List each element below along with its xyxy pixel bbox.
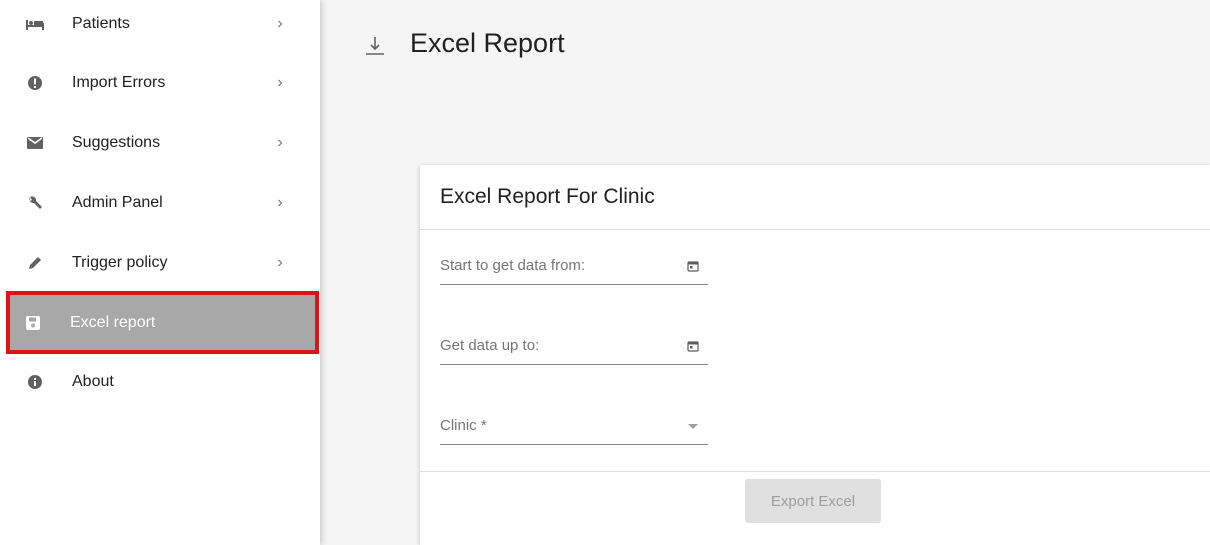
sidebar-item-admin-panel[interactable]: Admin Panel › — [8, 173, 318, 233]
sidebar-item-patients[interactable]: Patients › — [8, 0, 318, 54]
calendar-icon[interactable] — [684, 257, 702, 275]
clinic-placeholder: Clinic * — [440, 417, 487, 434]
clinic-select[interactable]: Clinic * — [440, 407, 708, 445]
chevron-right-icon: › — [277, 15, 283, 32]
save-icon — [22, 312, 44, 334]
card-header: Excel Report For Clinic — [420, 165, 1210, 230]
card-title: Excel Report For Clinic — [440, 185, 655, 208]
pencil-icon — [24, 252, 46, 274]
start-date-field[interactable]: Start to get data from: — [440, 247, 708, 285]
end-date-field[interactable]: Get data up to: — [440, 327, 708, 365]
start-date-placeholder: Start to get data from: — [440, 257, 586, 274]
alert-circle-icon — [24, 72, 46, 94]
sidebar-item-suggestions[interactable]: Suggestions › — [8, 113, 318, 173]
sidebar-item-about[interactable]: About — [8, 352, 318, 412]
sidebar-item-trigger-policy[interactable]: Trigger policy › — [8, 233, 318, 293]
sidebar-item-label: Import Errors — [72, 74, 166, 91]
sidebar-item-label: Patients — [72, 15, 130, 32]
end-date-placeholder: Get data up to: — [440, 337, 540, 354]
sidebar-item-label: Admin Panel — [72, 194, 163, 211]
excel-report-card: Excel Report For Clinic Start to get dat… — [420, 165, 1210, 545]
mail-icon — [24, 132, 46, 154]
dropdown-arrow-icon — [684, 417, 702, 435]
chevron-right-icon: › — [277, 74, 283, 91]
download-icon — [364, 29, 386, 59]
bed-icon — [24, 13, 46, 35]
wrench-icon — [24, 192, 46, 214]
chevron-right-icon: › — [277, 134, 283, 151]
sidebar-item-label: Suggestions — [72, 134, 161, 151]
card-footer: Export Excel — [420, 471, 1210, 545]
calendar-icon[interactable] — [684, 337, 702, 355]
sidebar-item-label: Excel report — [70, 313, 156, 331]
sidebar: Patients › Import Errors › Suggestions ›… — [0, 0, 320, 545]
sidebar-item-label: Trigger policy — [72, 254, 168, 271]
page-header: Excel Report — [364, 28, 565, 59]
sidebar-item-label: About — [72, 373, 114, 390]
info-icon — [24, 371, 46, 393]
export-excel-button[interactable]: Export Excel — [745, 479, 881, 523]
page-title: Excel Report — [410, 28, 565, 58]
sidebar-item-import-errors[interactable]: Import Errors › — [8, 53, 318, 113]
chevron-right-icon: › — [277, 254, 283, 271]
sidebar-item-excel-report[interactable]: Excel report — [6, 291, 319, 354]
chevron-right-icon: › — [277, 194, 283, 211]
